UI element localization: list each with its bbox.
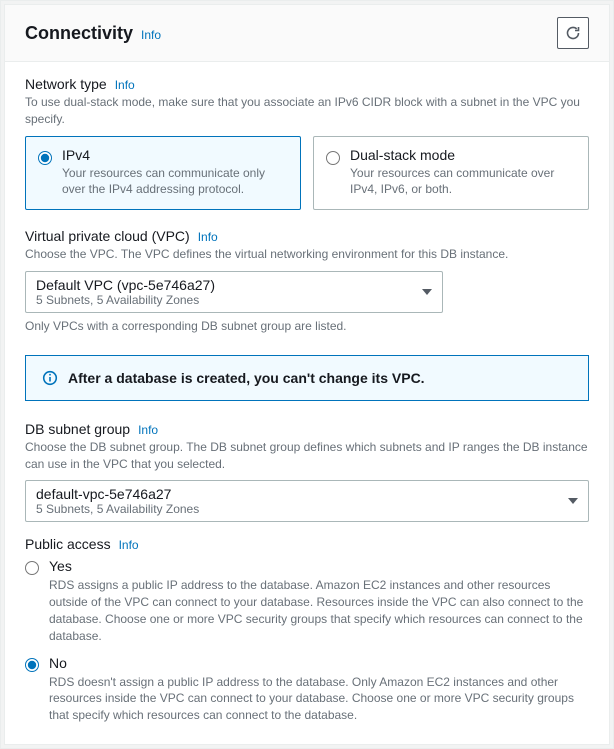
- page-root: Connectivity Info Network type Info To u…: [0, 0, 614, 749]
- public-access-yes-radio[interactable]: [25, 561, 39, 575]
- refresh-icon: [565, 25, 581, 41]
- network-type-info-link[interactable]: Info: [115, 78, 135, 92]
- subnet-select[interactable]: default-vpc-5e746a27 5 Subnets, 5 Availa…: [25, 480, 589, 522]
- dual-desc: Your resources can communicate over IPv4…: [350, 165, 576, 197]
- caret-down-icon: [422, 289, 432, 295]
- vpc-selected-sub: 5 Subnets, 5 Availability Zones: [36, 293, 412, 307]
- public-access-no-label: No: [49, 655, 67, 672]
- public-access-info-link[interactable]: Info: [119, 538, 139, 552]
- vpc-select[interactable]: Default VPC (vpc-5e746a27) 5 Subnets, 5 …: [25, 271, 443, 313]
- vpc-label-text: Virtual private cloud (VPC): [25, 228, 190, 244]
- public-access-no-desc: RDS doesn't assign a public IP address t…: [49, 674, 589, 724]
- public-access-label: Public access Info: [25, 536, 589, 552]
- ipv4-title: IPv4: [62, 147, 288, 163]
- network-type-option-dual[interactable]: Dual-stack mode Your resources can commu…: [313, 136, 589, 210]
- subnet-label-text: DB subnet group: [25, 421, 130, 437]
- public-access-yes-label: Yes: [49, 558, 72, 575]
- dual-radio[interactable]: [326, 151, 340, 165]
- info-icon: [42, 370, 58, 386]
- panel-title: Connectivity Info: [25, 23, 161, 44]
- panel-title-text: Connectivity: [25, 23, 133, 44]
- header-info-link[interactable]: Info: [141, 28, 161, 42]
- subnet-info-link[interactable]: Info: [138, 423, 158, 437]
- vpc-info-link[interactable]: Info: [198, 230, 218, 244]
- vpc-note: Only VPCs with a corresponding DB subnet…: [25, 319, 589, 333]
- ipv4-radio[interactable]: [38, 151, 52, 165]
- vpc-selected-main: Default VPC (vpc-5e746a27): [36, 277, 412, 293]
- public-access-no-radio[interactable]: [25, 658, 39, 672]
- connectivity-panel: Connectivity Info Network type Info To u…: [4, 4, 610, 745]
- subnet-label: DB subnet group Info: [25, 421, 589, 437]
- caret-down-icon: [568, 498, 578, 504]
- dual-title: Dual-stack mode: [350, 147, 576, 163]
- public-access-yes[interactable]: Yes: [25, 558, 589, 575]
- subnet-selected-main: default-vpc-5e746a27: [36, 486, 558, 502]
- public-access-no[interactable]: No: [25, 655, 589, 672]
- refresh-button[interactable]: [557, 17, 589, 49]
- vpc-desc: Choose the VPC. The VPC defines the virt…: [25, 246, 589, 263]
- vpc-locked-banner: After a database is created, you can't c…: [25, 355, 589, 401]
- network-type-label: Network type Info: [25, 76, 589, 92]
- subnet-selected-sub: 5 Subnets, 5 Availability Zones: [36, 502, 558, 516]
- subnet-desc: Choose the DB subnet group. The DB subne…: [25, 439, 589, 473]
- vpc-label: Virtual private cloud (VPC) Info: [25, 228, 589, 244]
- panel-body: Network type Info To use dual-stack mode…: [5, 62, 609, 744]
- network-type-label-text: Network type: [25, 76, 107, 92]
- network-type-tiles: IPv4 Your resources can communicate only…: [25, 136, 589, 210]
- public-access-radio-group: Yes RDS assigns a public IP address to t…: [25, 558, 589, 724]
- public-access-yes-desc: RDS assigns a public IP address to the d…: [49, 577, 589, 644]
- ipv4-desc: Your resources can communicate only over…: [62, 165, 288, 197]
- network-type-option-ipv4[interactable]: IPv4 Your resources can communicate only…: [25, 136, 301, 210]
- banner-msg: After a database is created, you can't c…: [68, 370, 425, 386]
- public-access-label-text: Public access: [25, 536, 111, 552]
- network-type-desc: To use dual-stack mode, make sure that y…: [25, 94, 589, 128]
- panel-header: Connectivity Info: [5, 5, 609, 62]
